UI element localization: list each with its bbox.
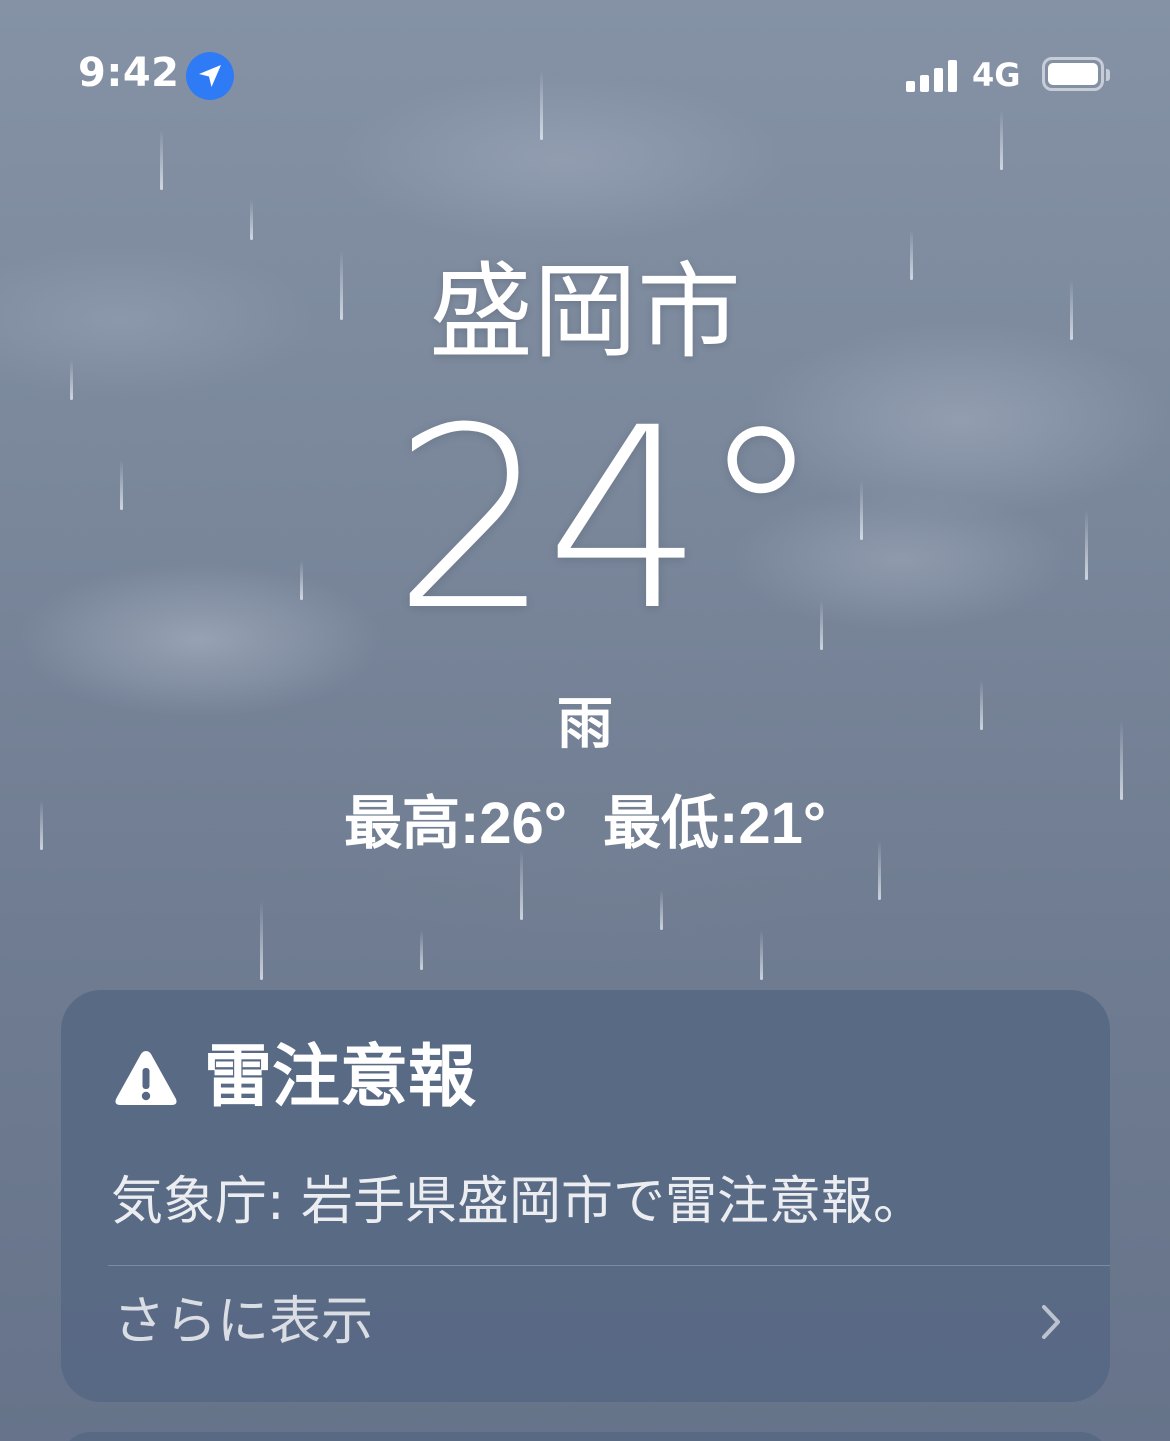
network-type-label: 4G <box>972 56 1021 94</box>
high-low-temperatures: 最高:26° 最低:21° <box>0 786 1170 862</box>
cellular-signal-icon <box>906 58 960 92</box>
alert-message: 気象庁: 岩手県盛岡市で雷注意報。 <box>111 1172 926 1232</box>
chevron-right-icon <box>1040 1304 1062 1344</box>
warning-triangle-icon <box>113 1048 179 1112</box>
location-arrow-icon <box>186 52 234 100</box>
show-more-button[interactable]: さらに表示 <box>61 1266 1110 1376</box>
next-card-partial <box>61 1432 1110 1441</box>
high-temperature: 最高:26° <box>343 791 567 856</box>
status-bar: 9:42 4G <box>0 0 1170 150</box>
status-time: 9:42 <box>78 50 180 96</box>
low-temperature: 最低:21° <box>603 791 827 856</box>
battery-icon <box>1042 57 1110 91</box>
weather-alert-card[interactable]: 雷注意報 気象庁: 岩手県盛岡市で雷注意報。 さらに表示 <box>61 990 1110 1402</box>
show-more-label: さらに表示 <box>113 1292 374 1352</box>
alert-title: 雷注意報 <box>204 1038 477 1117</box>
current-temperature: 24° <box>392 374 823 665</box>
city-name: 盛岡市 <box>428 251 741 373</box>
weather-condition: 雨 <box>557 692 613 757</box>
